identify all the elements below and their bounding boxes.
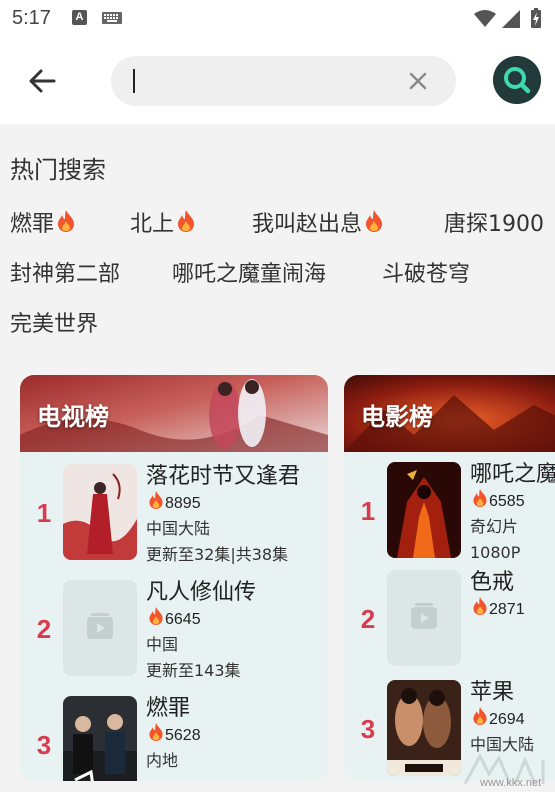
flame-icon <box>149 723 163 741</box>
watermark-text: www.kkx.net <box>480 777 542 789</box>
wifi-icon <box>474 10 496 27</box>
item-region: 内地 <box>146 751 179 770</box>
item-quality: 1080P <box>470 543 521 562</box>
rank-info: 落花时节又逢君 8895 中国大陆 更新至32集|共38集 <box>146 464 300 568</box>
item-region: 中国 <box>146 635 179 654</box>
movie-rank-list: 1 哪吒之魔童闹海 6585 奇幻片 1080P 2 <box>344 452 555 781</box>
hot-tag-label: 北上 <box>130 212 175 237</box>
rank-number: 3 <box>36 730 52 760</box>
rank-info: 哪吒之魔童闹海 6585 奇幻片 1080P <box>470 462 555 566</box>
rank-info: 苹果 2694 中国大陆 <box>470 680 534 758</box>
rank-number: 1 <box>36 498 52 528</box>
heat-value: 5628 <box>165 727 201 744</box>
item-title: 色戒 <box>470 570 515 595</box>
hot-tag-label: 哪吒之魔童闹海 <box>172 262 327 287</box>
item-title: 苹果 <box>470 680 515 705</box>
tv-rank-card: 电视榜 1 落花时节又逢君 8895 中国大陆 更新至32集|共38集 2 凡人… <box>20 375 328 781</box>
search-box[interactable] <box>111 56 456 106</box>
item-title: 凡人修仙传 <box>146 580 257 605</box>
status-bar: 5:17 A <box>0 0 555 38</box>
battery-charging-icon <box>531 8 541 28</box>
item-heat: 6585 <box>470 488 555 514</box>
item-title: 落花时节又逢君 <box>146 464 301 489</box>
hot-tag[interactable]: 封神第二部 <box>10 256 120 288</box>
flame-icon <box>473 707 487 725</box>
poster-placeholder <box>387 570 461 666</box>
hot-tag[interactable]: 完美世界 <box>10 306 98 338</box>
text-caret <box>133 69 135 93</box>
hot-tag[interactable]: 我叫赵出息 <box>252 206 385 238</box>
video-placeholder-icon <box>87 613 113 639</box>
heat-value: 6585 <box>489 493 525 510</box>
hot-search-title: 热门搜索 <box>10 156 106 184</box>
flame-icon <box>473 489 487 507</box>
hot-tag-label: 我叫赵出息 <box>252 212 363 237</box>
poster-image <box>387 462 461 558</box>
item-region: 中国大陆 <box>146 519 211 538</box>
heat-value: 2871 <box>489 601 525 618</box>
rank-info: 色戒 2871 <box>470 570 525 622</box>
keyboard-icon <box>102 12 122 24</box>
flame-icon <box>149 491 163 509</box>
movie-rank-card: 电影榜 1 哪吒之魔童闹海 6585 奇幻片 1080P 2 <box>344 375 555 781</box>
flame-icon <box>473 597 487 615</box>
hot-tag-label: 燃罪 <box>10 212 55 237</box>
item-heat: 2694 <box>470 706 534 732</box>
hot-tag-label: 唐探1900 <box>444 212 544 237</box>
rank-item[interactable]: 1 落花时节又逢君 8895 中国大陆 更新至32集|共38集 <box>20 464 328 564</box>
tv-rank-list: 1 落花时节又逢君 8895 中国大陆 更新至32集|共38集 2 凡人修仙传 … <box>20 452 328 781</box>
hot-tag-label: 斗破苍穹 <box>382 262 471 287</box>
search-button[interactable] <box>493 56 541 104</box>
item-episodes: 更新至32集|共38集 <box>146 545 289 564</box>
heat-value: 6645 <box>165 611 201 628</box>
item-genre: 奇幻片 <box>470 517 519 536</box>
flame-icon <box>178 210 195 232</box>
movie-rank-title: 电影榜 <box>361 403 433 431</box>
poster-image <box>387 680 461 776</box>
search-input[interactable] <box>141 56 401 106</box>
rank-item[interactable]: 2 凡人修仙传 6645 中国 更新至143集 <box>20 580 328 680</box>
flame-icon <box>149 607 163 625</box>
hot-tag[interactable]: 北上 <box>130 206 197 238</box>
rank-item[interactable]: 2 色戒 2871 <box>344 570 555 670</box>
hot-tag[interactable]: 唐探1900 <box>444 206 544 238</box>
poster-placeholder <box>63 580 137 676</box>
poster-image <box>63 464 137 560</box>
rank-info: 凡人修仙传 6645 中国 更新至143集 <box>146 580 256 684</box>
notification-a-icon: A <box>72 10 87 25</box>
item-heat: 8895 <box>146 490 300 516</box>
hot-tag-label: 封神第二部 <box>10 262 121 287</box>
back-arrow-icon[interactable] <box>26 64 60 98</box>
video-placeholder-icon <box>411 603 437 629</box>
hot-tag[interactable]: 斗破苍穹 <box>382 256 470 288</box>
rank-item[interactable]: 3 燃罪 5628 内地 <box>20 696 328 781</box>
item-heat: 2871 <box>470 596 525 622</box>
item-heat: 5628 <box>146 722 201 748</box>
rank-number: 3 <box>360 714 376 744</box>
heat-value: 8895 <box>165 495 201 512</box>
status-time: 5:17 <box>12 7 51 29</box>
rank-number: 1 <box>360 496 376 526</box>
rank-item[interactable]: 1 哪吒之魔童闹海 6585 奇幻片 1080P <box>344 462 555 562</box>
rank-number: 2 <box>360 604 376 634</box>
heat-value: 2694 <box>489 711 525 728</box>
rank-info: 燃罪 5628 内地 <box>146 696 201 774</box>
hot-tag[interactable]: 燃罪 <box>10 206 77 238</box>
search-header <box>0 38 555 124</box>
item-heat: 6645 <box>146 606 256 632</box>
signal-icon <box>502 10 520 28</box>
item-episodes: 更新至143集 <box>146 661 241 680</box>
poster-image <box>63 696 137 781</box>
clear-icon[interactable] <box>406 69 430 93</box>
rank-number: 2 <box>36 614 52 644</box>
flame-icon <box>58 210 75 232</box>
hot-tag-label: 完美世界 <box>10 312 99 337</box>
item-title: 燃罪 <box>146 696 191 721</box>
hot-tag[interactable]: 哪吒之魔童闹海 <box>172 256 326 288</box>
tv-rank-title: 电视榜 <box>37 403 109 431</box>
flame-icon <box>366 210 383 232</box>
item-title: 哪吒之魔童闹海 <box>470 462 555 487</box>
